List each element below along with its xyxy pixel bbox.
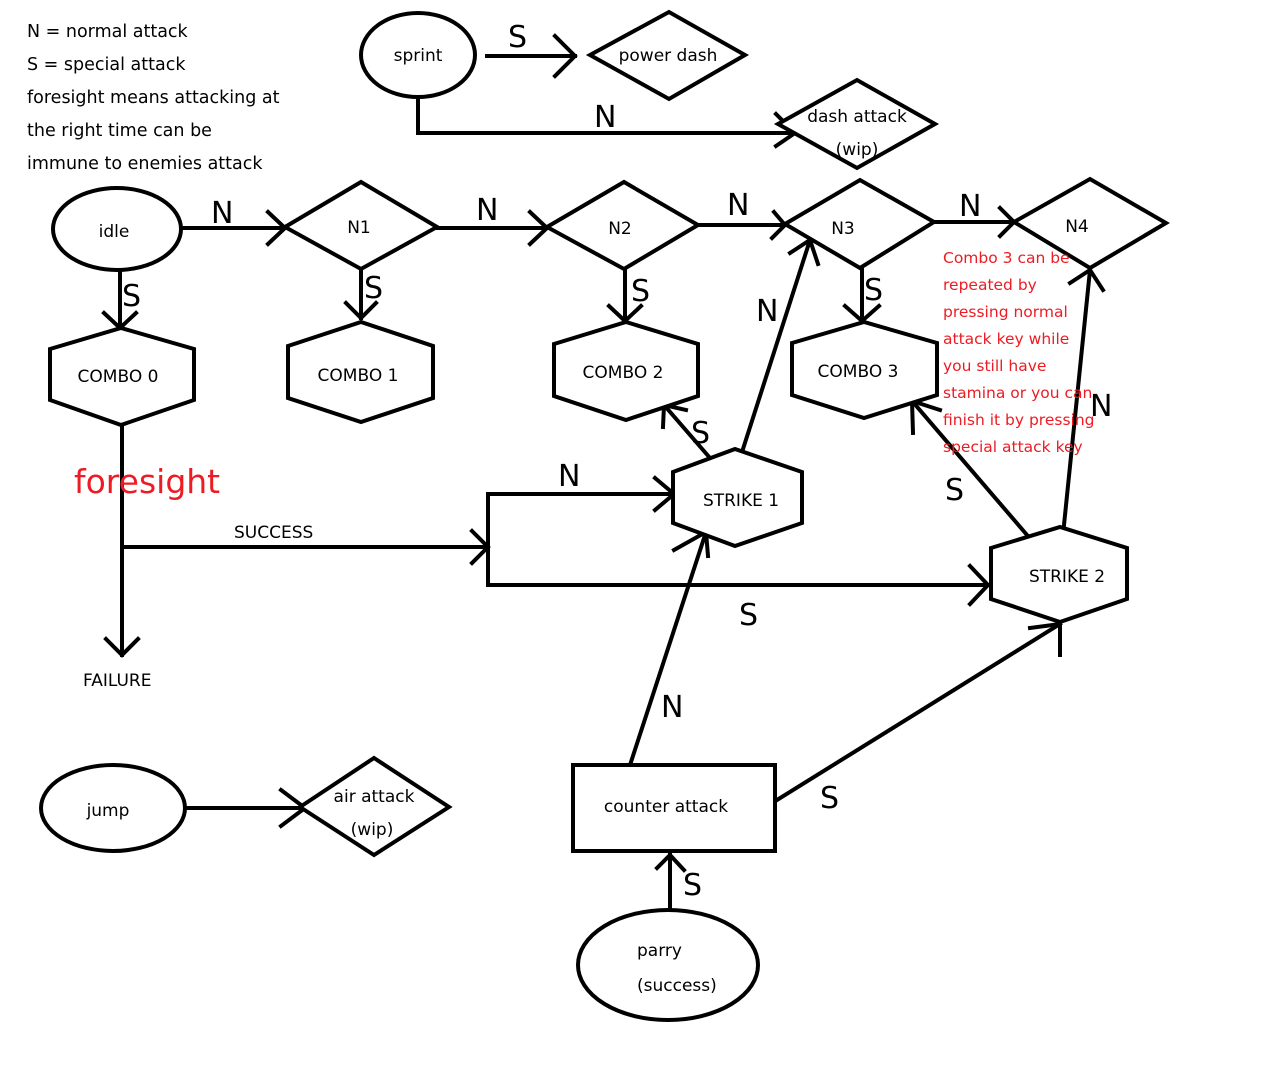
edge-label: N: [756, 294, 778, 329]
edge-label: S: [122, 279, 141, 314]
node-label: N2: [608, 219, 632, 239]
combo3-note: Combo 3 can be repeated by pressing norm…: [943, 245, 1113, 461]
edge-label: S: [683, 868, 702, 903]
node-label: STRIKE 1: [703, 491, 779, 511]
node-label: sprint: [394, 46, 443, 66]
foresight-annotation: foresight: [74, 462, 221, 501]
node-label: counter attack: [604, 797, 728, 817]
node-label: N1: [347, 218, 371, 238]
node-label: STRIKE 2: [1029, 567, 1105, 587]
note-line: attack key while: [943, 330, 1070, 348]
node-n2[interactable]: N2: [542, 179, 702, 272]
node-label: N4: [1065, 217, 1089, 237]
edge-label: S: [945, 473, 964, 508]
node-combo1[interactable]: COMBO 1: [286, 319, 435, 425]
node-label: COMBO 2: [583, 363, 664, 383]
edge-label: S: [364, 271, 383, 306]
node-label: N3: [831, 219, 855, 239]
node-label: COMBO 1: [318, 366, 399, 386]
node-label: jump: [86, 801, 130, 821]
edge-label: N: [661, 690, 683, 725]
node-label: (wip): [836, 140, 879, 160]
note-line: stamina or you can: [943, 384, 1093, 402]
edge-label: N: [558, 459, 580, 494]
node-label: COMBO 0: [78, 367, 159, 387]
edge-label: S: [739, 598, 758, 633]
node-air-attack[interactable]: air attack (wip): [296, 755, 453, 858]
edge-label: S: [508, 20, 527, 55]
note-line: finish it by pressing: [943, 411, 1095, 429]
edge-label: N: [727, 188, 749, 223]
note-line: repeated by: [943, 276, 1037, 294]
edge-label: N: [594, 100, 616, 135]
node-label: power dash: [619, 46, 718, 66]
node-dash-attack[interactable]: dash attack (wip): [773, 77, 940, 171]
note-line: you still have: [943, 357, 1047, 375]
node-failure: FAILURE: [83, 671, 151, 691]
node-n1[interactable]: N1: [280, 179, 442, 272]
edge-label: S: [864, 273, 883, 308]
node-power-dash[interactable]: power dash: [585, 9, 750, 102]
node-label: (wip): [351, 820, 394, 840]
node-label: parry: [637, 941, 682, 961]
edge-label: S: [820, 781, 839, 816]
note-line: Combo 3 can be: [943, 249, 1070, 267]
node-combo2[interactable]: COMBO 2: [552, 319, 700, 423]
edge-label: N: [211, 196, 233, 231]
node-label: idle: [99, 222, 130, 242]
node-strike1[interactable]: STRIKE 1: [671, 446, 804, 549]
node-label: (success): [637, 976, 717, 996]
state-diagram: sprint power dash dash attack (wip) idle…: [39, 9, 1170, 1022]
node-strike2[interactable]: STRIKE 2: [989, 524, 1129, 625]
node-label: COMBO 3: [818, 362, 899, 382]
edge-counter-strike1: [628, 528, 711, 765]
note-line: special attack key: [943, 438, 1083, 456]
node-counter-attack[interactable]: counter attack: [571, 763, 777, 853]
edge-label: S: [631, 274, 650, 309]
edge-label: S: [691, 416, 710, 451]
node-combo0[interactable]: COMBO 0: [48, 325, 196, 428]
edge-jump-air-attack: [183, 787, 309, 829]
node-label: air attack: [334, 787, 415, 807]
edge-counter-strike2: [774, 621, 1063, 803]
node-label: dash attack: [807, 107, 907, 127]
edge-idle-n1: [181, 209, 288, 247]
edge-label-success: SUCCESS: [234, 523, 313, 543]
node-idle[interactable]: idle: [51, 186, 183, 272]
edge-label: N: [959, 189, 981, 224]
node-combo3[interactable]: COMBO 3: [790, 319, 939, 421]
node-sprint[interactable]: sprint: [359, 11, 477, 99]
edge-parry-counter: [654, 852, 687, 910]
edge-combo0-failure: [103, 422, 141, 658]
node-jump[interactable]: jump: [39, 763, 187, 853]
edge-sprint-power-dash: [485, 33, 578, 79]
note-line: pressing normal: [943, 303, 1068, 321]
edge-label: N: [476, 193, 498, 228]
node-parry[interactable]: parry (success): [576, 908, 760, 1022]
